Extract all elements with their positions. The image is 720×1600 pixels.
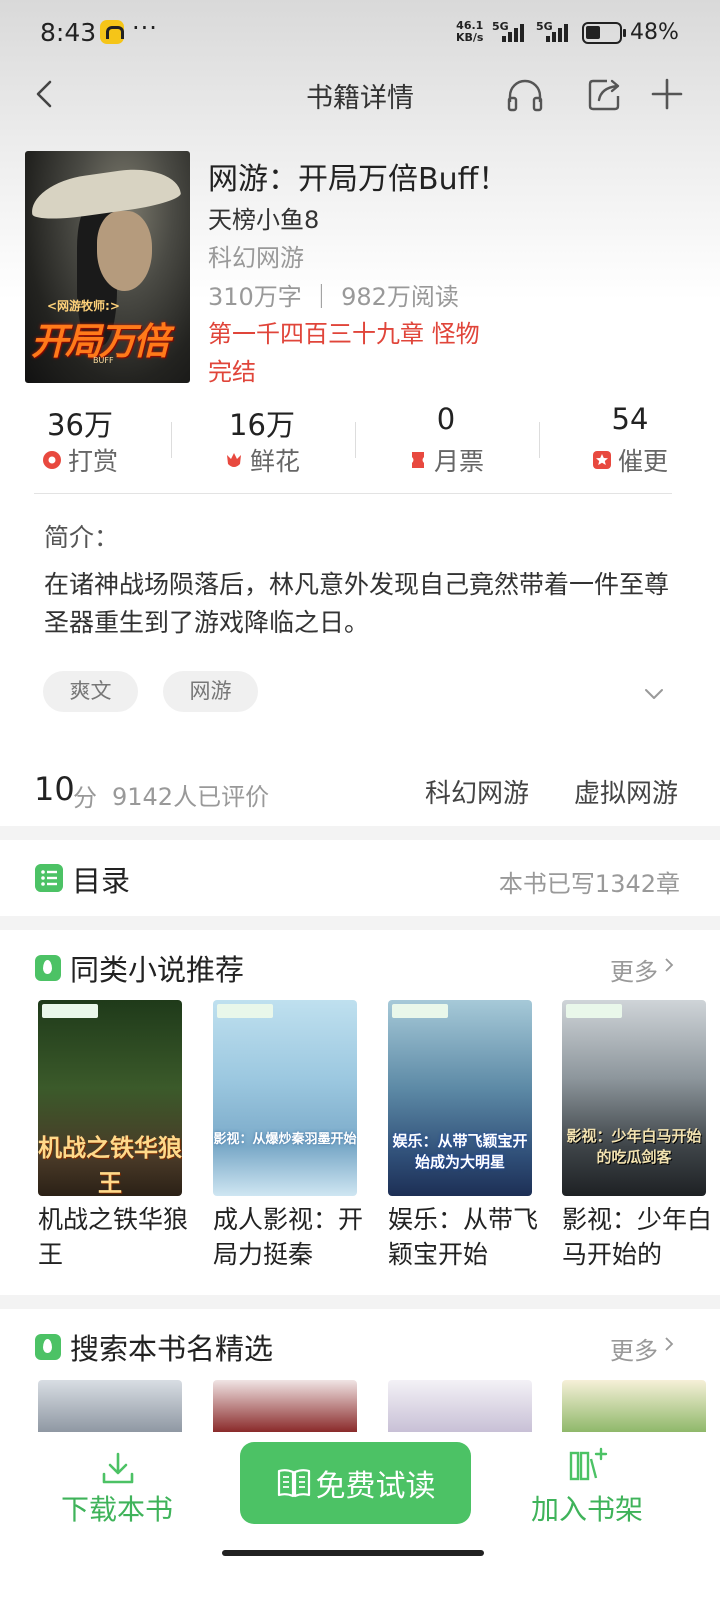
battery-percent: 48%	[630, 20, 679, 45]
home-indicator[interactable]	[222, 1550, 484, 1556]
tag-chip[interactable]: 网游	[163, 671, 258, 712]
download-icon[interactable]	[100, 1450, 136, 1486]
recommended-book[interactable]: 影视：从爆炒秦羽墨开始 成人影视：开局力挺秦	[213, 1000, 363, 1272]
book-meta: 310万字 ｜ 982万阅读	[208, 283, 459, 311]
more-link[interactable]: 更多	[610, 1331, 658, 1366]
flame-icon	[35, 1334, 61, 1360]
add-to-shelf-button[interactable]: 加入书架	[531, 1488, 643, 1528]
book-cover[interactable]	[562, 1380, 706, 1432]
latest-chapter-link[interactable]: 第一千四百三十九章 怪物	[208, 314, 480, 349]
search-picks-section: 搜索本书名精选 更多	[0, 1309, 720, 1432]
toc-label: 目录	[72, 864, 131, 898]
stats-row: 36万 打赏 16万 鲜花 0 月票 54 催更	[0, 402, 720, 482]
chevron-down-icon[interactable]	[644, 684, 664, 704]
app-notification-icon	[100, 20, 124, 44]
book-cover: 娱乐：从带飞颖宝开始成为大明星	[388, 1000, 532, 1196]
headphones-icon[interactable]	[505, 74, 545, 114]
section-title: 搜索本书名精选	[70, 1332, 274, 1366]
book-name: 成人影视：开局力挺秦	[213, 1205, 363, 1269]
recommended-book[interactable]: 影视：少年白马开始的吃瓜剑客 影视：少年白马开始的	[562, 1000, 712, 1272]
signal-bars-icon-2	[546, 22, 574, 42]
bottom-action-bar: 下载本书 免费试读 加入书架	[0, 1432, 720, 1600]
book-name: 娱乐：从带飞颖宝开始	[388, 1205, 538, 1269]
category-link[interactable]: 科幻网游	[425, 773, 529, 810]
rating-score: 10	[34, 770, 75, 808]
recommended-book[interactable]: 娱乐：从带飞颖宝开始成为大明星 娱乐：从带飞颖宝开始	[388, 1000, 538, 1272]
book-cover: 影视：少年白马开始的吃瓜剑客	[562, 1000, 706, 1196]
list-icon	[35, 864, 63, 892]
reward-icon	[42, 451, 61, 469]
book-author[interactable]: 天榜小鱼8	[208, 200, 319, 235]
recommended-book[interactable]: 机战之铁华狼王 机战之铁华狼王	[38, 1000, 188, 1272]
section-title: 同类小说推荐	[70, 953, 245, 987]
status-bar: 8:43 ··· 46.1 KB/s 5G 5G 48%	[0, 0, 720, 66]
cover-tag: BUFF	[93, 356, 114, 365]
book-title: 网游：开局万倍Buff！	[208, 162, 509, 197]
chevron-right-icon[interactable]	[662, 1337, 676, 1351]
book-cover: 机战之铁华狼王	[38, 1000, 182, 1196]
more-link[interactable]: 更多	[610, 952, 658, 987]
toc-chapter-count: 本书已写1342章	[498, 870, 680, 898]
rating-row: 10 分 9142人已评价 科幻网游 虚拟网游	[0, 750, 720, 826]
book-cover[interactable]	[388, 1380, 532, 1432]
book-cover: 影视：从爆炒秦羽墨开始	[213, 1000, 357, 1196]
status-time: 8:43	[40, 18, 97, 47]
table-of-contents-row[interactable]: 目录 本书已写1342章	[0, 840, 720, 916]
battery-icon	[582, 22, 626, 44]
rating-count[interactable]: 9142人已评价	[112, 777, 269, 812]
book-category[interactable]: 科幻网游	[208, 238, 304, 273]
tag-chip[interactable]: 爽文	[43, 671, 138, 712]
rating-unit: 分	[73, 784, 97, 812]
book-status: 完结	[208, 358, 256, 386]
stat-monthly-ticket[interactable]: 0 月票	[356, 402, 536, 478]
signal-bars-icon-1	[502, 22, 530, 42]
book-icon	[277, 1469, 310, 1498]
book-name: 机战之铁华狼王	[38, 1205, 188, 1269]
add-icon[interactable]	[647, 74, 687, 114]
book-cover[interactable]	[213, 1380, 357, 1432]
more-notifications-icon: ···	[132, 14, 158, 42]
ticket-icon	[411, 452, 424, 468]
book-cover[interactable]: <网游牧师:> 开局万倍 BUFF	[25, 151, 190, 383]
stat-flower[interactable]: 16万 鲜花	[172, 402, 352, 478]
similar-books-section: 同类小说推荐 更多 机战之铁华狼王 机战之铁华狼王 影视：从爆炒秦羽墨开始 成人…	[0, 930, 720, 1295]
chevron-right-icon[interactable]	[662, 958, 676, 972]
intro-text[interactable]: 在诸神战场陨落后，林凡意外发现自己竟然带着一件至尊圣器重生到了游戏降临之日。	[44, 566, 674, 642]
flame-icon	[35, 955, 61, 981]
nav-bar: 书籍详情	[0, 66, 720, 122]
stat-reward[interactable]: 36万 打赏	[0, 402, 170, 478]
stat-urge-update[interactable]: 54 催更	[540, 402, 720, 478]
flower-icon	[226, 453, 241, 467]
book-cover[interactable]	[38, 1380, 182, 1432]
divider	[34, 493, 672, 494]
book-name: 影视：少年白马开始的	[562, 1205, 712, 1269]
intro-label: 简介：	[44, 523, 120, 552]
bookshelf-add-icon[interactable]	[568, 1447, 608, 1483]
urge-icon	[592, 451, 611, 469]
network-speed: 46.1 KB/s	[456, 19, 484, 44]
category-link[interactable]: 虚拟网游	[574, 773, 678, 810]
share-icon[interactable]	[585, 74, 625, 114]
free-read-button[interactable]: 免费试读	[240, 1442, 471, 1524]
download-button[interactable]: 下载本书	[61, 1488, 173, 1528]
